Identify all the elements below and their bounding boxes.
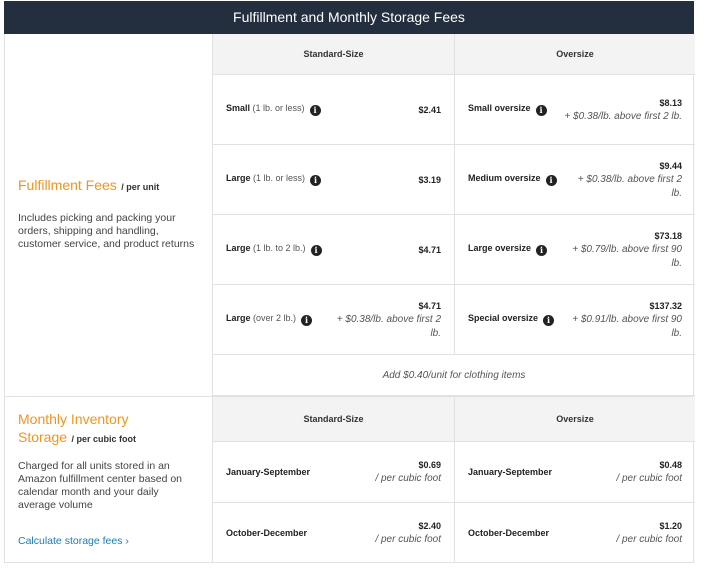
info-icon[interactable]: i	[310, 175, 322, 186]
fee-amount: $8.13	[659, 97, 682, 108]
table-row: October-December $2.40 / per cubic foot O…	[213, 503, 695, 563]
storage-per-cubic-foot: / per cubic foot	[71, 434, 137, 444]
fee-amount: $4.71	[418, 244, 441, 255]
size-weight: (1 lb. to 2 lb.)	[253, 243, 306, 253]
storage-grid: Standard-Size Oversize January-September…	[212, 397, 695, 563]
period-name: October-December	[468, 528, 550, 538]
fee-amount: $2.41	[418, 104, 441, 115]
storage-label-cell: Monthly Inventory Storage / per cubic fo…	[5, 397, 212, 562]
standard-cell: Large (1 lb. or less) i $3.19	[213, 145, 454, 214]
fee-surcharge: + $0.38/lb. above first 2 lb.	[577, 173, 682, 199]
fee-amount: $9.44	[659, 160, 682, 171]
fulfillment-header-row: Standard-Size Oversize	[213, 34, 695, 75]
fee-unit: / per cubic foot	[616, 534, 682, 545]
storage-section: Monthly Inventory Storage / per cubic fo…	[4, 396, 695, 563]
size-name: Large	[226, 313, 251, 323]
table-row: January-September $0.69/ per cubic foot …	[213, 442, 695, 503]
size-name: Large oversize	[468, 243, 532, 253]
fulfillment-per-unit: / per unit	[121, 182, 160, 192]
col-oversize: Oversize	[454, 397, 695, 441]
fee-surcharge: + $0.91/lb. above first 90 lb.	[572, 313, 682, 339]
storage-description: Charged for all units stored in an Amazo…	[18, 460, 183, 511]
oversize-cell: Special oversize i $137.32 + $0.91/lb. abo…	[454, 285, 695, 354]
period-name: January-September	[226, 467, 311, 477]
size-weight: (1 lb. or less)	[253, 173, 306, 183]
standard-cell: January-September $0.69 / per cubic foot	[213, 442, 454, 502]
period-name: January-September	[468, 467, 553, 477]
storage-header-row: Standard-Size Oversize	[213, 397, 695, 442]
size-name: Large	[226, 243, 251, 253]
fulfillment-label-cell: Fulfillment Fees / per unit Includes pic…	[5, 34, 212, 396]
col-standard-size: Standard-Size	[303, 414, 364, 424]
calculate-storage-fees-link[interactable]: Calculate storage fees ›	[18, 535, 129, 547]
fee-amount: $0.48	[659, 460, 682, 470]
fulfillment-section: Fulfillment Fees / per unit Includes pic…	[4, 34, 695, 396]
col-standard-size: Standard-Size	[303, 49, 364, 59]
storage-heading-line2: Storage	[18, 429, 68, 445]
fee-amount: $73.18	[654, 230, 682, 241]
fulfillment-description: Includes picking and packing your orders…	[18, 212, 195, 250]
info-icon[interactable]: i	[301, 315, 313, 326]
clothing-note: Add $0.40/unit for clothing items	[213, 355, 695, 396]
fee-surcharge: + $0.38/lb. above first 2 lb.	[564, 110, 682, 122]
oversize-cell: October-December $1.20 / per cubic foot	[454, 503, 695, 563]
period-name: October-December	[226, 528, 308, 538]
info-icon[interactable]: i	[543, 315, 555, 326]
fee-amount: $4.71	[418, 300, 441, 311]
oversize-cell: January-September $0.48 / per cubic foot	[454, 442, 695, 502]
fee-amount: $2.40	[418, 521, 441, 531]
fees-table: Fulfillment and Monthly Storage Fees Ful…	[4, 1, 695, 563]
fee-amount: $0.69	[418, 460, 441, 470]
fulfillment-grid: Standard-Size Oversize Small (1 lb. or l…	[212, 34, 695, 396]
info-icon[interactable]: i	[536, 245, 548, 256]
storage-heading: Monthly Inventory	[18, 411, 129, 427]
fee-unit: / per cubic foot	[616, 473, 682, 484]
info-icon[interactable]: i	[535, 105, 547, 116]
info-icon[interactable]: i	[309, 105, 321, 116]
fee-surcharge: + $0.79/lb. above first 90 lb.	[572, 243, 682, 269]
info-icon[interactable]: i	[545, 175, 557, 186]
col-oversize: Oversize	[454, 34, 695, 74]
table-row: Small (1 lb. or less) i $2.41 Small overs…	[213, 75, 695, 145]
oversize-cell: Small oversize i $8.13 + $0.38/lb. above f…	[454, 75, 695, 144]
standard-cell: October-December $2.40 / per cubic foot	[213, 503, 454, 563]
size-name: Medium oversize	[468, 173, 541, 183]
size-name: Large	[226, 173, 251, 183]
fee-amount: $1.20	[659, 521, 682, 531]
table-row: Large (over 2 lb.) i $4.71 + $0.38/lb. abo…	[213, 285, 695, 355]
size-weight: (1 lb. or less)	[252, 103, 305, 113]
size-name: Special oversize	[468, 313, 539, 323]
fee-surcharge: + $0.38/lb. above first 2 lb.	[336, 313, 441, 339]
standard-cell: Large (over 2 lb.) i $4.71 + $0.38/lb. abo…	[213, 285, 454, 354]
fulfillment-heading: Fulfillment Fees	[18, 177, 117, 193]
fee-amount: $3.19	[418, 174, 441, 185]
size-name: Small oversize	[468, 103, 531, 113]
table-row: Large (1 lb. or less) i $3.19 Medium over…	[213, 145, 695, 215]
table-title: Fulfillment and Monthly Storage Fees	[4, 1, 694, 34]
oversize-cell: Large oversize i $73.18 + $0.79/lb. above …	[454, 215, 695, 284]
table-row: Large (1 lb. to 2 lb.) i $4.71 Large over…	[213, 215, 695, 285]
standard-cell: Large (1 lb. to 2 lb.) i $4.71	[213, 215, 454, 284]
size-weight: (over 2 lb.)	[253, 313, 297, 323]
fee-amount: $137.32	[649, 300, 682, 311]
fee-unit: / per cubic foot	[375, 473, 441, 484]
fee-unit: / per cubic foot	[375, 534, 441, 545]
oversize-cell: Medium oversize i $9.44 + $0.38/lb. above …	[454, 145, 695, 214]
standard-cell: Small (1 lb. or less) i $2.41	[213, 75, 454, 144]
info-icon[interactable]: i	[310, 245, 322, 256]
size-name: Small	[226, 103, 251, 113]
